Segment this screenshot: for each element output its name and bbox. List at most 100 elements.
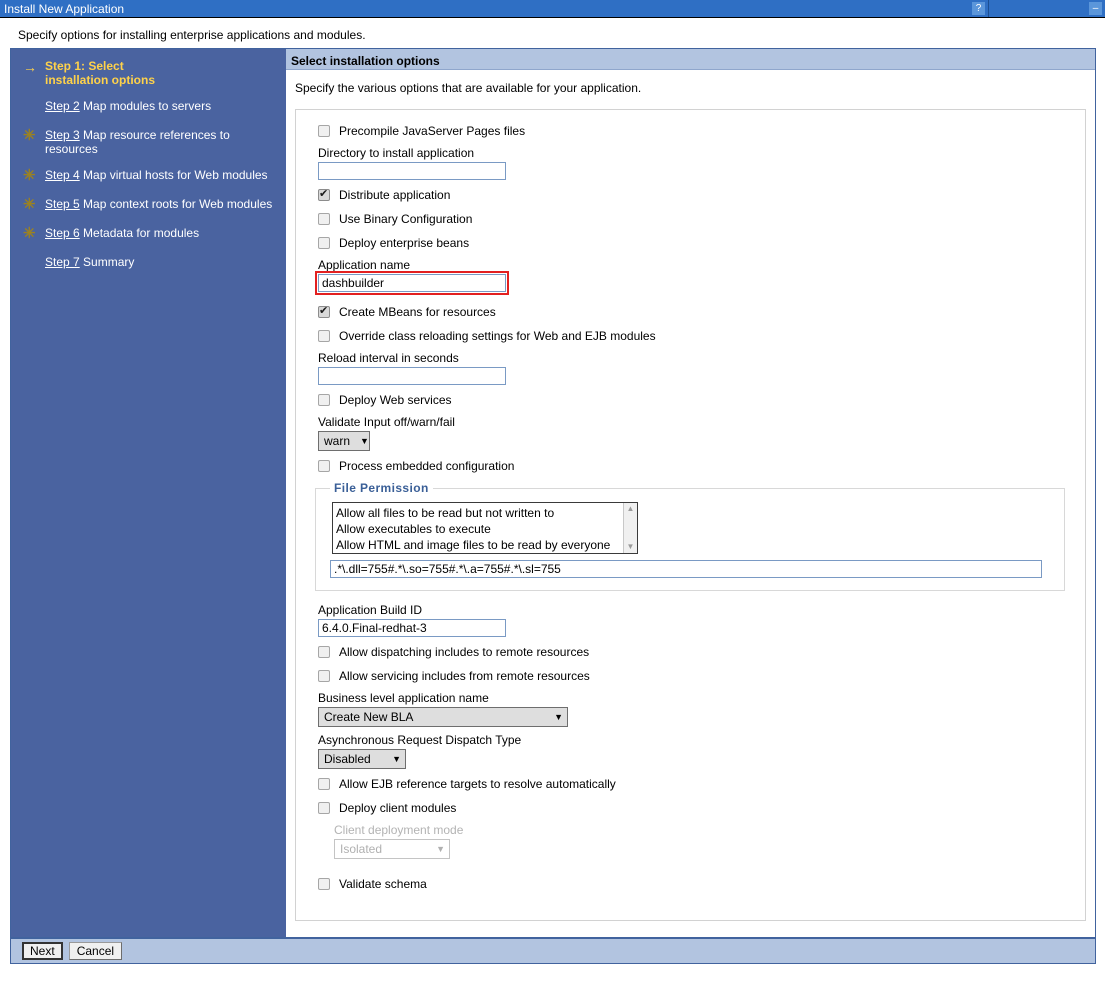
async-request-dispatch-type-value: Disabled [324, 752, 371, 766]
create-mbeans-row[interactable]: Create MBeans for resources [318, 303, 1085, 320]
window-titlebar: Install New Application ? – [0, 0, 1105, 18]
create-mbeans-label: Create MBeans for resources [339, 305, 496, 319]
override-class-reloading-row[interactable]: Override class reloading settings for We… [318, 327, 1085, 344]
star-icon: ✳ [21, 227, 45, 243]
chevron-down-icon: ▼ [544, 712, 563, 722]
step-2-link[interactable]: Step 2 [45, 99, 80, 113]
process-embedded-config-checkbox[interactable] [318, 460, 330, 472]
validate-schema-row[interactable]: Validate schema [318, 875, 1085, 892]
sidebar-item-step-7[interactable]: Step 7 Summary [19, 255, 278, 272]
allow-ejb-reference-targets-row[interactable]: Allow EJB reference targets to resolve a… [318, 775, 1085, 792]
create-mbeans-checkbox[interactable] [318, 306, 330, 318]
window-title: Install New Application [4, 1, 124, 17]
allow-servicing-includes-label: Allow servicing includes from remote res… [339, 669, 590, 683]
allow-dispatching-includes-label: Allow dispatching includes to remote res… [339, 645, 589, 659]
page-title: Select installation options [286, 49, 1095, 70]
list-item[interactable]: Allow executables to execute [336, 521, 623, 537]
override-class-reloading-label: Override class reloading settings for We… [339, 329, 656, 343]
allow-ejb-reference-targets-checkbox[interactable] [318, 778, 330, 790]
titlebar-main: Install New Application ? [0, 0, 989, 17]
async-request-dispatch-type-select[interactable]: Disabled ▼ [318, 749, 406, 769]
override-class-reloading-checkbox[interactable] [318, 330, 330, 342]
precompile-jsp-row[interactable]: Precompile JavaServer Pages files [318, 122, 1085, 139]
use-binary-configuration-checkbox[interactable] [318, 213, 330, 225]
deploy-enterprise-beans-label: Deploy enterprise beans [339, 236, 469, 250]
precompile-jsp-label: Precompile JavaServer Pages files [339, 124, 525, 138]
application-build-id-input[interactable] [318, 619, 506, 637]
allow-servicing-includes-row[interactable]: Allow servicing includes from remote res… [318, 667, 1085, 684]
sidebar-item-step-2[interactable]: Step 2 Map modules to servers [19, 99, 278, 116]
directory-label: Directory to install application [318, 146, 1085, 160]
step-3-link[interactable]: Step 3 [45, 128, 80, 142]
sidebar-item-step-7-label: Step 7 Summary [45, 255, 278, 269]
chevron-down-icon: ▼ [426, 844, 445, 854]
use-binary-configuration-row[interactable]: Use Binary Configuration [318, 210, 1085, 227]
scroll-down-icon[interactable]: ▼ [627, 543, 635, 551]
application-name-input[interactable] [318, 274, 506, 292]
distribute-application-checkbox[interactable] [318, 189, 330, 201]
deploy-client-modules-row[interactable]: Deploy client modules [318, 799, 1085, 816]
step-7-icon-placeholder [21, 256, 45, 272]
validate-input-value: warn [324, 434, 350, 448]
arrow-icon: → [21, 60, 45, 76]
file-permission-listbox[interactable]: Allow all files to be read but not writt… [332, 502, 638, 554]
async-request-dispatch-type-label: Asynchronous Request Dispatch Type [318, 733, 1085, 747]
allow-ejb-reference-targets-label: Allow EJB reference targets to resolve a… [339, 777, 616, 791]
application-build-id-label: Application Build ID [318, 603, 1085, 617]
sidebar-item-step-5[interactable]: ✳ Step 5 Map context roots for Web modul… [19, 197, 278, 214]
deploy-enterprise-beans-row[interactable]: Deploy enterprise beans [318, 234, 1085, 251]
list-item[interactable]: Allow all files to be read but not writt… [336, 505, 623, 521]
deploy-enterprise-beans-checkbox[interactable] [318, 237, 330, 249]
reload-interval-label: Reload interval in seconds [318, 351, 1085, 365]
scroll-up-icon[interactable]: ▲ [627, 505, 635, 513]
sidebar-item-step-3[interactable]: ✳ Step 3 Map resource references to reso… [19, 128, 278, 156]
precompile-jsp-checkbox[interactable] [318, 125, 330, 137]
page-description: Specify the various options that are ava… [286, 70, 1095, 95]
listbox-scrollbar[interactable]: ▲ ▼ [623, 503, 637, 553]
sidebar-item-step-1[interactable]: → Step 1: Selectinstallation options [19, 59, 278, 87]
step-6-link[interactable]: Step 6 [45, 226, 80, 240]
directory-input[interactable] [318, 162, 506, 180]
list-item[interactable]: Allow HTML and image files to be read by… [336, 537, 623, 553]
install-new-application-window: Install New Application ? – Specify opti… [0, 0, 1105, 1000]
validate-schema-checkbox[interactable] [318, 878, 330, 890]
deploy-client-modules-checkbox[interactable] [318, 802, 330, 814]
sidebar-item-step-4[interactable]: ✳ Step 4 Map virtual hosts for Web modul… [19, 168, 278, 185]
deploy-web-services-row[interactable]: Deploy Web services [318, 391, 1085, 408]
allow-servicing-includes-checkbox[interactable] [318, 670, 330, 682]
star-icon: ✳ [21, 129, 45, 145]
sidebar-item-step-6[interactable]: ✳ Step 6 Metadata for modules [19, 226, 278, 243]
step-7-link[interactable]: Step 7 [45, 255, 80, 269]
reload-interval-input[interactable] [318, 367, 506, 385]
content-pane: Select installation options Specify the … [286, 49, 1095, 937]
step-4-link[interactable]: Step 4 [45, 168, 80, 182]
sidebar-item-step-2-label: Step 2 Map modules to servers [45, 99, 278, 113]
validate-schema-label: Validate schema [339, 877, 427, 891]
allow-dispatching-includes-checkbox[interactable] [318, 646, 330, 658]
file-permission-options[interactable]: Allow all files to be read but not writt… [333, 503, 623, 553]
step-5-link[interactable]: Step 5 [45, 197, 80, 211]
minimize-icon[interactable]: – [1089, 2, 1102, 15]
wizard-steps-sidebar: → Step 1: Selectinstallation options Ste… [11, 49, 286, 937]
distribute-application-row[interactable]: Distribute application [318, 186, 1085, 203]
chevron-down-icon: ▼ [382, 754, 401, 764]
process-embedded-config-row[interactable]: Process embedded configuration [318, 457, 1085, 474]
validate-input-select[interactable]: warn ▼ [318, 431, 370, 451]
client-deployment-mode-value: Isolated [340, 842, 382, 856]
cancel-button[interactable]: Cancel [69, 942, 122, 960]
titlebar-controls: – [989, 0, 1105, 17]
wizard-body: → Step 1: Selectinstallation options Ste… [10, 48, 1096, 937]
file-permission-input[interactable] [330, 560, 1042, 578]
wizard-intro-text: Specify options for installing enterpris… [0, 18, 1105, 48]
deploy-web-services-label: Deploy Web services [339, 393, 452, 407]
use-binary-configuration-label: Use Binary Configuration [339, 212, 472, 226]
distribute-application-label: Distribute application [339, 188, 450, 202]
next-button[interactable]: Next [22, 942, 63, 960]
deploy-web-services-checkbox[interactable] [318, 394, 330, 406]
allow-dispatching-includes-row[interactable]: Allow dispatching includes to remote res… [318, 643, 1085, 660]
step-2-icon-placeholder [21, 100, 45, 116]
sidebar-item-step-5-label: Step 5 Map context roots for Web modules [45, 197, 278, 211]
deploy-client-modules-label: Deploy client modules [339, 801, 456, 815]
help-icon[interactable]: ? [972, 2, 985, 15]
business-level-app-name-select[interactable]: Create New BLA ▼ [318, 707, 568, 727]
